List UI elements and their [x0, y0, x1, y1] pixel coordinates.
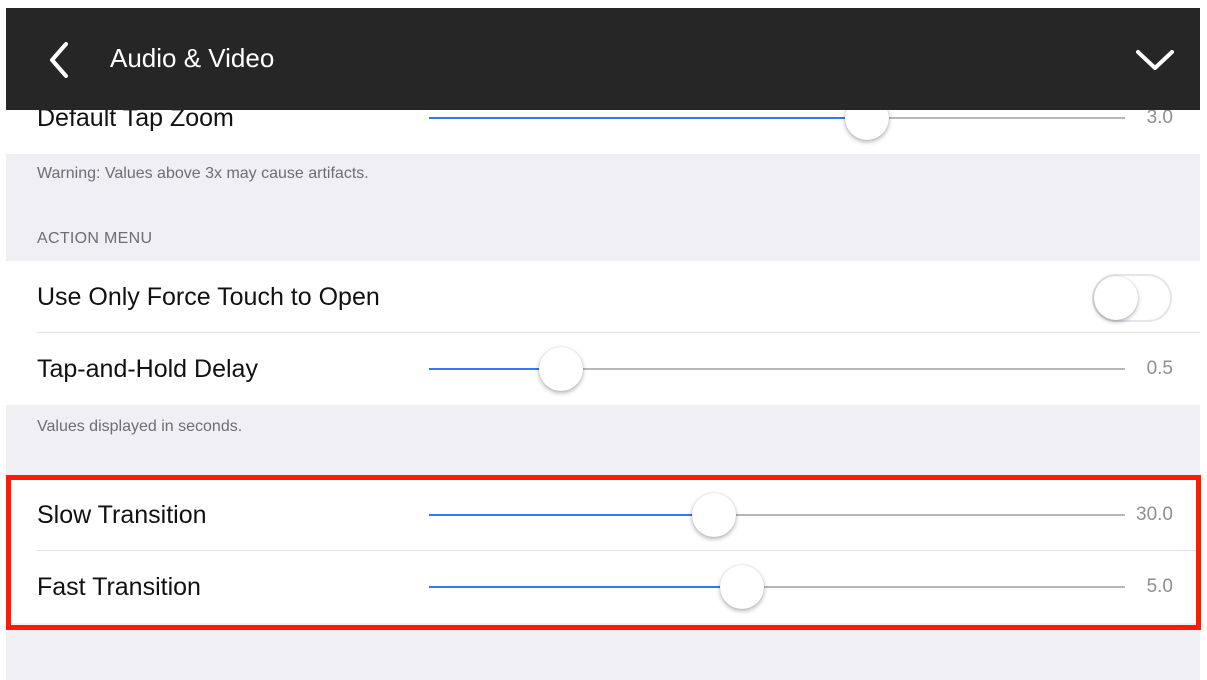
page-title: Audio & Video [110, 43, 275, 73]
navigation-bar: Audio & Video [6, 8, 1200, 110]
slider-thumb[interactable] [539, 347, 583, 391]
force-touch-label: Use Only Force Touch to Open [37, 283, 380, 311]
tap-hold-delay-label: Tap-and-Hold Delay [37, 355, 258, 383]
tap-hold-delay-row: Tap-and-Hold Delay 0.5 [6, 333, 1200, 405]
default-tap-zoom-value: 3.0 [1146, 107, 1173, 128]
warning-text: Warning: Values above 3x may cause artif… [37, 165, 369, 182]
chevron-left-icon[interactable] [40, 38, 80, 82]
chevron-down-icon[interactable] [1132, 42, 1178, 76]
tap-hold-delay-slider[interactable] [429, 347, 1125, 391]
seconds-footer-text: Values displayed in seconds. [37, 418, 243, 435]
force-touch-toggle[interactable] [1092, 274, 1172, 322]
action-menu-section-header: ACTION MENU [37, 230, 153, 247]
force-touch-row: Use Only Force Touch to Open [6, 261, 1200, 333]
highlight-box [6, 475, 1201, 630]
toggle-knob [1094, 276, 1138, 320]
slider-fill [429, 117, 867, 119]
tap-hold-delay-value: 0.5 [1146, 358, 1173, 379]
